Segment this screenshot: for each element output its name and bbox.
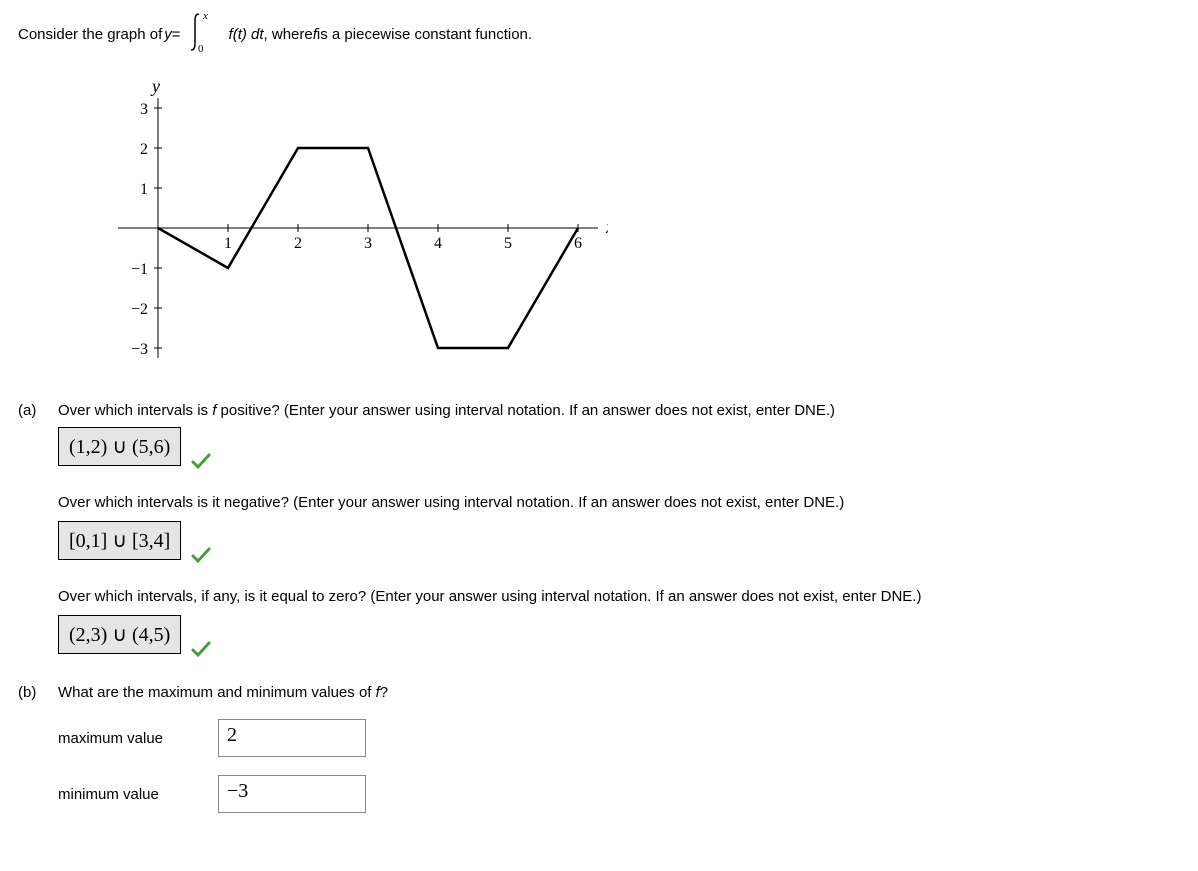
check-icon (191, 640, 211, 660)
prompt-tdt: (t) dt (233, 26, 264, 43)
svg-text:1: 1 (224, 235, 232, 252)
check-icon (191, 546, 211, 566)
svg-text:6: 6 (574, 235, 582, 252)
question-prompt: Consider the graph of y = x 0 f (t) dt ,… (18, 10, 1180, 58)
svg-text:2: 2 (140, 141, 148, 158)
svg-text:5: 5 (504, 235, 512, 252)
svg-text:−1: −1 (131, 261, 148, 278)
min-label: minimum value (58, 786, 218, 803)
part-b-label: (b) (18, 684, 58, 701)
svg-text:x: x (202, 10, 208, 22)
prompt-eq: = (172, 26, 181, 43)
part-a-q3: Over which intervals, if any, is it equa… (58, 588, 1180, 605)
part-a-answer2[interactable]: [0,1] ∪ [3,4] (58, 521, 181, 560)
part-a-answer1[interactable]: (1,2) ∪ (5,6) (58, 427, 181, 466)
svg-text:−3: −3 (131, 341, 148, 358)
svg-text:4: 4 (434, 235, 442, 252)
svg-text:1: 1 (140, 181, 148, 198)
prompt-y: y (164, 26, 172, 43)
check-icon (191, 452, 211, 472)
svg-text:−2: −2 (131, 301, 148, 318)
part-b: (b) What are the maximum and minimum val… (18, 684, 1180, 813)
part-a-q1: Over which intervals is f positive? (Ent… (58, 402, 1180, 419)
max-label: maximum value (58, 730, 218, 747)
part-a-q2: Over which intervals is it negative? (En… (58, 494, 1180, 511)
svg-text:2: 2 (294, 235, 302, 252)
prompt-trail2: is a piecewise constant function. (317, 26, 532, 43)
svg-text:3: 3 (364, 235, 372, 252)
prompt-lead: Consider the graph of (18, 26, 162, 43)
part-a: (a) Over which intervals is f positive? … (18, 402, 1180, 654)
max-value-input[interactable]: 2 (218, 719, 366, 757)
y-axis-label: y (150, 78, 160, 96)
x-axis-label: x (605, 217, 608, 237)
svg-text:3: 3 (140, 101, 148, 118)
integral-symbol: x 0 (185, 10, 225, 58)
part-a-label: (a) (18, 402, 58, 419)
graph: y x 3 2 1 −1 −2 −3 1 2 3 4 (88, 78, 1180, 372)
svg-text:0: 0 (198, 43, 204, 54)
min-value-input[interactable]: −3 (218, 775, 366, 813)
prompt-trail: , where (264, 26, 313, 43)
part-b-q: What are the maximum and minimum values … (58, 684, 1180, 701)
part-a-answer3[interactable]: (2,3) ∪ (4,5) (58, 615, 181, 654)
